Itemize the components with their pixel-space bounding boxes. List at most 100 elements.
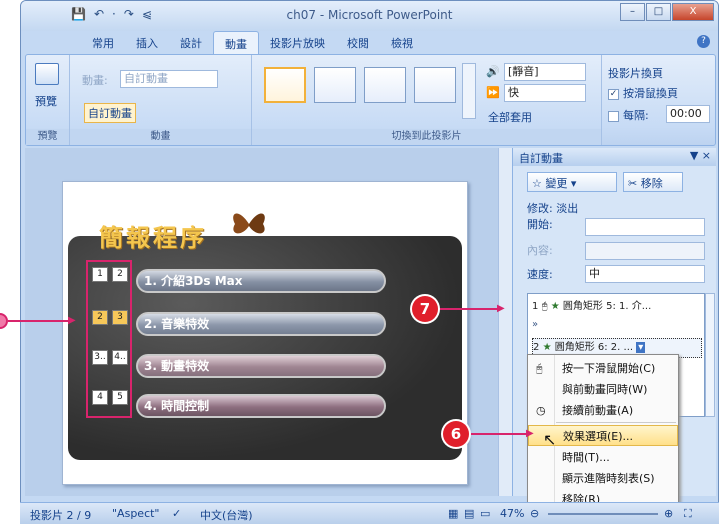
menu-item-label: 接續前動畫(A)	[562, 404, 634, 417]
mouse-icon: 🖰	[536, 362, 543, 375]
fit-window-icon[interactable]: ⛶	[684, 507, 692, 521]
menu-item-label: 時間(T)...	[562, 451, 610, 464]
remove-effect-button[interactable]: ✂ 移除	[623, 172, 683, 192]
pane-header: 自訂動畫 ▼ ×	[513, 148, 716, 166]
animate-dropdown[interactable]: 自訂動畫	[120, 70, 218, 88]
on-click-label: 按滑鼠換頁	[623, 87, 678, 100]
change-effect-label: 變更	[545, 177, 568, 190]
sound-icon: 🔊	[486, 65, 500, 78]
butterfly-icon	[233, 213, 265, 234]
speed-value-dropdown[interactable]: 中	[585, 265, 705, 283]
property-label: 內容:	[527, 244, 553, 257]
tab-view[interactable]: 檢視	[380, 31, 424, 55]
speed-dropdown[interactable]: 快	[504, 84, 586, 102]
title-bar: 💾 ↶ · ↷ ⩿ ch07 - Microsoft PowerPoint – …	[21, 1, 718, 31]
sound-dropdown[interactable]: [靜音]	[504, 63, 586, 81]
highlight-box	[86, 260, 132, 418]
zoom-slider[interactable]	[548, 513, 658, 515]
custom-animation-button[interactable]: 自訂動畫	[84, 103, 136, 123]
remove-icon: ✂	[628, 177, 641, 190]
slide-item-1[interactable]: 1. 介紹3Ds Max	[136, 269, 386, 293]
transition-thumb-fade-black[interactable]	[364, 67, 406, 103]
checkbox-icon[interactable]: ✓	[608, 88, 619, 100]
every-option[interactable]: 每隔:	[608, 107, 649, 123]
callout-7-line	[438, 308, 500, 310]
expand-icon[interactable]: »	[532, 316, 702, 336]
star-icon: ★	[542, 342, 552, 353]
slideshow-view-icon[interactable]: ▭	[480, 507, 490, 520]
maximize-button[interactable]: □	[646, 3, 671, 21]
tab-review[interactable]: 校閱	[336, 31, 380, 55]
mouse-cursor-icon: ↖	[543, 430, 557, 449]
advance-title: 投影片換頁	[608, 67, 663, 80]
property-dropdown[interactable]	[585, 242, 705, 260]
pointer-line	[8, 320, 70, 322]
transition-thumb-fade[interactable]	[314, 67, 356, 103]
menu-item-label: 顯示進階時刻表(S)	[562, 472, 655, 485]
close-button[interactable]: X	[672, 3, 714, 21]
preview-group-label: 預覽	[26, 129, 69, 145]
on-click-option[interactable]: ✓ 按滑鼠換頁	[608, 85, 678, 101]
checkbox-icon[interactable]	[608, 110, 619, 122]
zoom-level[interactable]: 47%	[500, 507, 524, 520]
slide-item-2[interactable]: 2. 音樂特效	[136, 312, 386, 336]
transition-thumb-cut[interactable]	[414, 67, 456, 103]
slide-scrollbar[interactable]	[498, 148, 512, 496]
start-dropdown[interactable]	[585, 218, 705, 236]
star-icon: ☆	[532, 177, 546, 190]
transition-thumb-none[interactable]	[264, 67, 306, 103]
tab-home[interactable]: 常用	[81, 31, 125, 55]
callout-7: 7	[412, 296, 438, 322]
gallery-scroll[interactable]	[462, 63, 476, 119]
menu-item-label: 按一下滑鼠開始(C)	[562, 362, 656, 375]
tab-slideshow[interactable]: 投影片放映	[259, 31, 336, 55]
menu-item-label: 與前動畫同時(W)	[562, 383, 648, 396]
zoom-out-icon[interactable]: ⊖	[530, 507, 539, 520]
pane-title: 自訂動畫	[519, 152, 563, 165]
preview-button-label[interactable]: 預覽	[35, 93, 57, 109]
spellcheck-icon[interactable]: ✓	[172, 507, 181, 520]
slide-count: 投影片 2 / 9	[30, 509, 92, 522]
transition-group-label: 切換到此投影片	[252, 129, 601, 145]
pane-close-button[interactable]: ▼ ×	[690, 149, 711, 162]
mouse-icon: 🖰	[541, 301, 548, 312]
slide-title[interactable]: 簡報程序	[99, 218, 207, 253]
menu-item-show-timeline[interactable]: 顯示進階時刻表(S)	[528, 468, 678, 489]
change-effect-button[interactable]: ☆ 變更 ▾	[527, 172, 617, 192]
animations-group-label: 動畫	[70, 129, 251, 145]
tab-animations[interactable]: 動畫	[213, 31, 259, 55]
speed-label: 速度:	[527, 268, 553, 281]
ribbon-animations: 預覽 預覽 動畫: 自訂動畫 自訂動畫 動畫 🔊 [靜音] ⏩ 快 全部套用 切…	[25, 54, 716, 146]
menu-item-start-on-click[interactable]: 🖰 按一下滑鼠開始(C)	[528, 358, 678, 379]
menu-item-label: 效果選項(E)...	[563, 430, 634, 443]
list-item[interactable]: 1 🖰 ★ 圓角矩形 5: 1. 介...	[532, 298, 702, 318]
language: 中文(台灣)	[200, 509, 253, 522]
zoom-in-icon[interactable]: ⊕	[664, 507, 673, 520]
list-scrollbar[interactable]	[705, 293, 715, 417]
menu-item-with-previous[interactable]: 與前動畫同時(W)	[528, 379, 678, 400]
every-time-field[interactable]: 00:00	[666, 105, 710, 123]
menu-item-after-previous[interactable]: ◷ 接續前動畫(A)	[528, 400, 678, 421]
clock-icon: ◷	[536, 404, 546, 417]
every-label: 每隔:	[623, 109, 649, 122]
slide-canvas: 簡報程序 1 2 1. 介紹3Ds Max 2 3 2. 音樂特效 3.. 4.…	[62, 181, 468, 485]
callout-6-line	[469, 433, 529, 435]
normal-view-icon[interactable]: ▦	[448, 507, 458, 520]
minimize-button[interactable]: –	[620, 3, 645, 21]
menu-item-timing[interactable]: 時間(T)...	[528, 447, 678, 468]
list-item-label: 圓角矩形 5: 1. 介...	[562, 301, 652, 312]
tab-insert[interactable]: 插入	[125, 31, 169, 55]
ribbon-tabs: 常用 插入 設計 動畫 投影片放映 校閱 檢視	[21, 31, 718, 55]
preview-icon[interactable]	[35, 63, 59, 85]
animate-label: 動畫:	[82, 74, 108, 87]
tab-design[interactable]: 設計	[169, 31, 213, 55]
dropdown-arrow-icon[interactable]: ▾	[636, 342, 646, 353]
slide-item-4[interactable]: 4. 時間控制	[136, 394, 386, 418]
sorter-view-icon[interactable]: ▤	[464, 507, 474, 520]
callout-6: 6	[443, 421, 469, 447]
slide-item-3[interactable]: 3. 動畫特效	[136, 354, 386, 378]
apply-all-button[interactable]: 全部套用	[488, 109, 532, 125]
theme-name: "Aspect"	[112, 507, 160, 520]
list-item-number: 1	[532, 301, 539, 312]
help-icon[interactable]: ?	[697, 35, 710, 48]
